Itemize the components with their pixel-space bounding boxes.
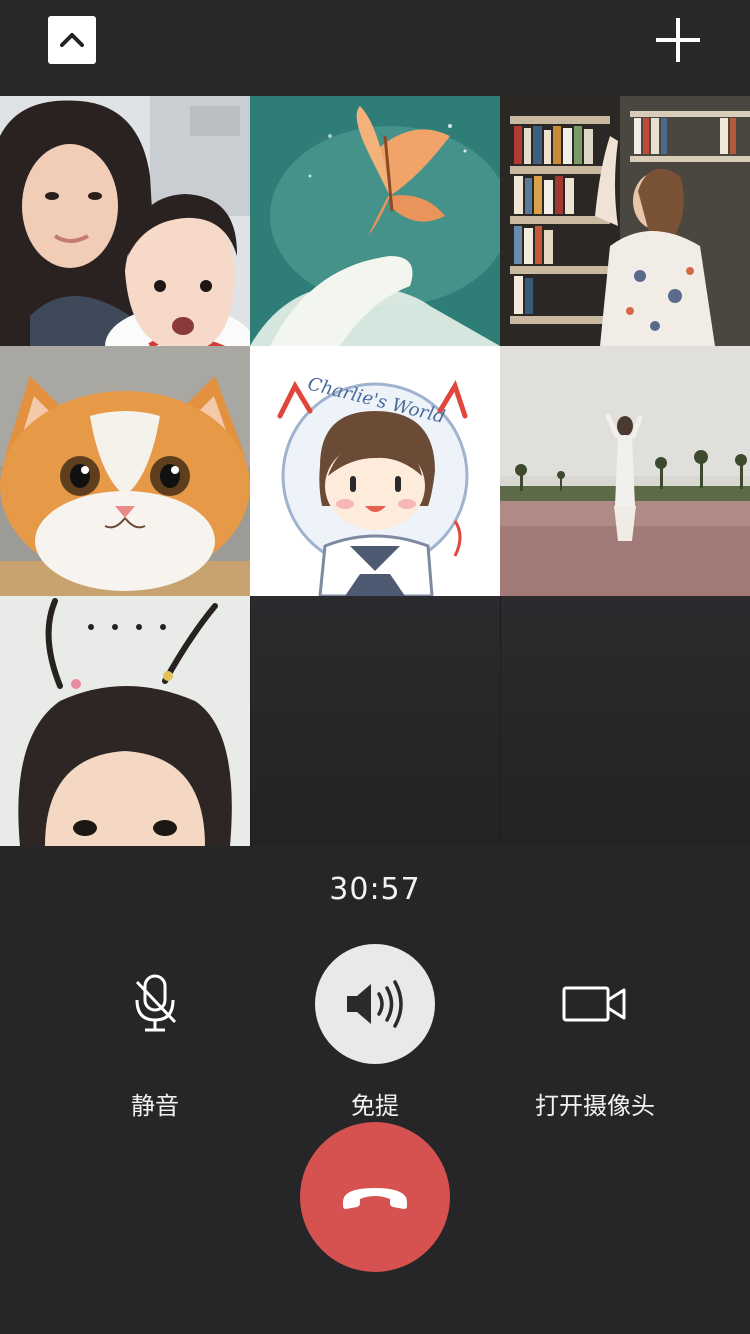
plus-icon bbox=[656, 18, 700, 62]
speaker-icon bbox=[347, 980, 403, 1028]
speaker-button[interactable]: 免提 bbox=[265, 944, 485, 1120]
participant-tile[interactable] bbox=[0, 96, 250, 346]
little-girl-pigtails-photo-avatar bbox=[0, 596, 250, 846]
participant-tile[interactable] bbox=[250, 96, 500, 346]
camera-button[interactable]: 打开摄像头 bbox=[485, 944, 705, 1120]
participant-tile[interactable] bbox=[0, 596, 250, 846]
participant-grid: Charlie's World bbox=[0, 96, 750, 846]
woman-in-grass-field-photo-avatar bbox=[500, 346, 750, 596]
empty-tile bbox=[500, 596, 750, 846]
chevron-up-icon bbox=[60, 33, 84, 47]
speaker-label: 免提 bbox=[351, 1092, 399, 1120]
mute-label: 静音 bbox=[131, 1092, 179, 1120]
hangup-button[interactable] bbox=[300, 1122, 450, 1272]
video-camera-icon bbox=[562, 986, 626, 1022]
call-timer: 30:57 bbox=[329, 872, 421, 907]
add-participant-button[interactable] bbox=[654, 16, 702, 64]
minimize-button[interactable] bbox=[48, 16, 96, 64]
cartoon-boy-charlies-world-avatar: Charlie's World bbox=[250, 346, 500, 596]
mute-button[interactable]: 静音 bbox=[45, 944, 265, 1120]
butterfly-hand-illustration-avatar bbox=[250, 96, 500, 346]
empty-tile bbox=[250, 596, 500, 846]
participant-tile[interactable] bbox=[500, 346, 750, 596]
participant-tile[interactable] bbox=[0, 346, 250, 596]
mother-and-child-photo-avatar bbox=[0, 96, 250, 346]
connecting-indicator bbox=[88, 624, 166, 630]
participant-tile[interactable] bbox=[500, 96, 750, 346]
woman-in-bookstore-photo-avatar bbox=[500, 96, 750, 346]
orange-cat-photo-avatar bbox=[0, 346, 250, 596]
phone-hangup-icon bbox=[343, 1188, 407, 1209]
camera-label: 打开摄像头 bbox=[535, 1092, 655, 1120]
microphone-muted-icon bbox=[135, 974, 177, 1032]
top-bar bbox=[0, 0, 750, 96]
participant-tile[interactable]: Charlie's World bbox=[250, 346, 500, 596]
